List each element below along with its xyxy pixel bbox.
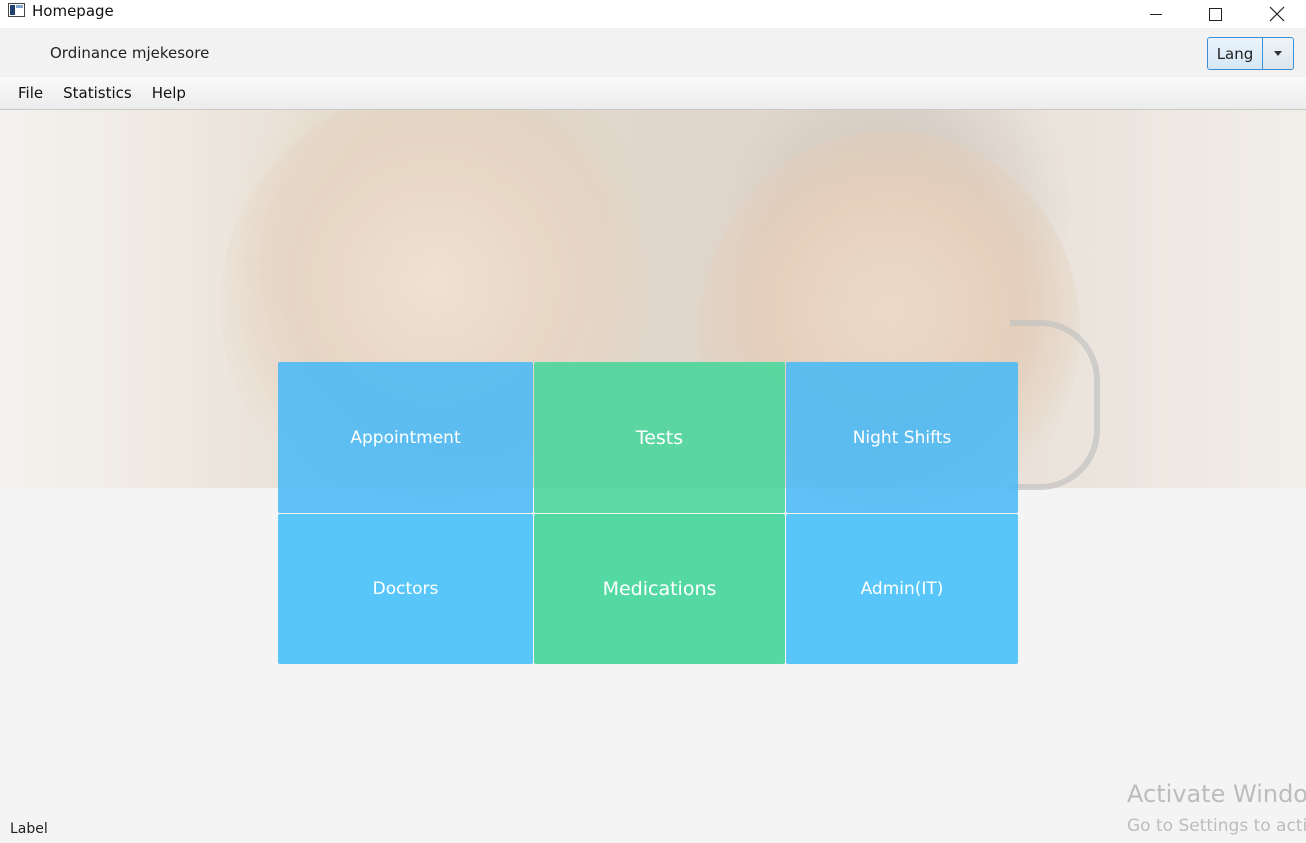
- minimize-button[interactable]: [1133, 0, 1179, 28]
- night-shifts-tile[interactable]: Night Shifts: [786, 362, 1018, 513]
- menu-help[interactable]: Help: [142, 84, 196, 102]
- language-selector[interactable]: Lang: [1207, 37, 1294, 70]
- chevron-down-icon: [1274, 51, 1282, 56]
- admin-it-tile[interactable]: Admin(IT): [786, 514, 1018, 664]
- appointment-tile[interactable]: Appointment: [278, 362, 533, 513]
- menu-statistics[interactable]: Statistics: [53, 84, 142, 102]
- minimize-icon: [1150, 13, 1162, 15]
- menu-bar: File Statistics Help: [0, 77, 1306, 110]
- app-header: Ordinance mjekesore: [0, 28, 1306, 77]
- background-decoration: [1010, 320, 1100, 490]
- lang-button[interactable]: Lang: [1207, 37, 1263, 70]
- close-icon: [1269, 6, 1285, 22]
- menu-file[interactable]: File: [8, 84, 53, 102]
- activation-watermark-subtitle: Go to Settings to acti: [1127, 816, 1306, 836]
- app-icon: [8, 3, 25, 17]
- status-label: Label: [10, 821, 48, 837]
- medications-tile[interactable]: Medications: [534, 514, 785, 664]
- doctors-tile[interactable]: Doctors: [278, 514, 533, 664]
- lang-dropdown-button[interactable]: [1263, 37, 1294, 70]
- close-button[interactable]: [1254, 0, 1300, 28]
- window-title: Homepage: [32, 2, 114, 20]
- maximize-icon: [1208, 7, 1222, 21]
- tile-grid: Appointment Tests Night Shifts Doctors M…: [278, 362, 1018, 664]
- tests-tile[interactable]: Tests: [534, 362, 785, 513]
- maximize-button[interactable]: [1192, 0, 1238, 28]
- title-bar: Homepage: [0, 0, 1306, 28]
- header-title: Ordinance mjekesore: [50, 44, 210, 62]
- activation-watermark-title: Activate Windo: [1127, 780, 1306, 808]
- main-content: Appointment Tests Night Shifts Doctors M…: [0, 110, 1306, 843]
